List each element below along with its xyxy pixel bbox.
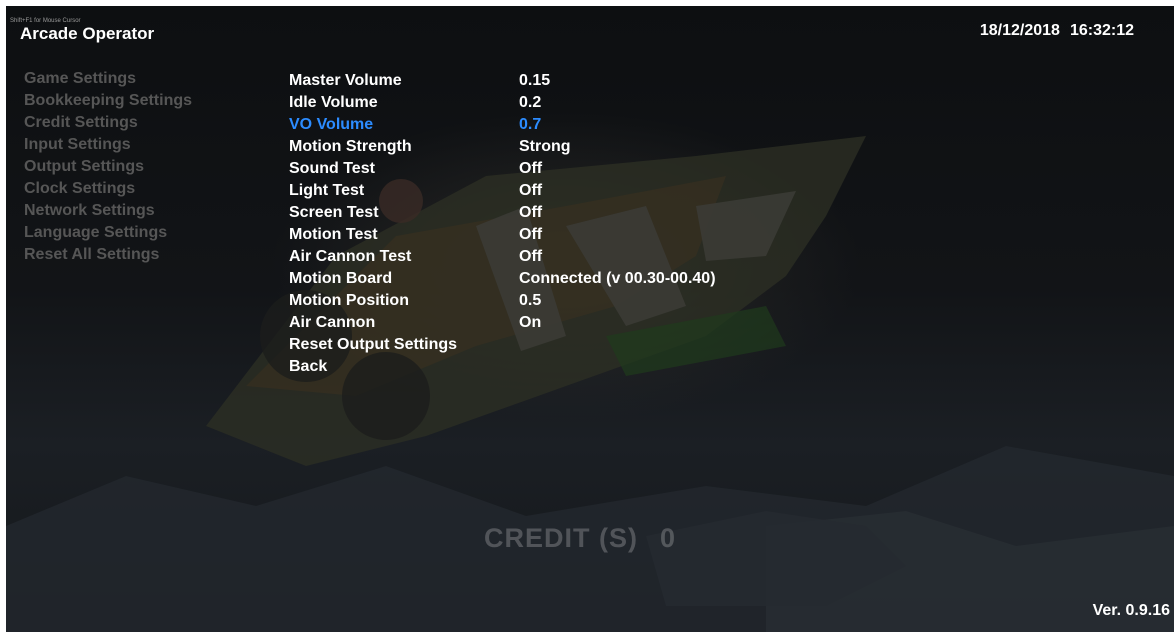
setting-row-motion-board[interactable]: Motion Board Connected (v 00.30-00.40) bbox=[289, 268, 716, 290]
setting-value: Off bbox=[519, 204, 543, 221]
date-time-display: 18/12/2018 16:32:12 bbox=[980, 22, 1134, 40]
setting-value: 0.5 bbox=[519, 292, 542, 309]
setting-label: Motion Strength bbox=[289, 138, 412, 155]
setting-label: Air Cannon Test bbox=[289, 248, 412, 265]
setting-label: Air Cannon bbox=[289, 314, 376, 331]
setting-label: Idle Volume bbox=[289, 94, 378, 111]
setting-value: 0.2 bbox=[519, 94, 542, 111]
setting-label: Light Test bbox=[289, 182, 365, 199]
setting-label: Back bbox=[289, 358, 328, 375]
setting-label: Screen Test bbox=[289, 204, 379, 221]
setting-value: Off bbox=[519, 226, 543, 243]
setting-row-motion-position[interactable]: Motion Position 0.5 bbox=[289, 290, 716, 312]
setting-row-motion-strength[interactable]: Motion Strength Strong bbox=[289, 136, 716, 158]
output-settings-list: Master Volume 0.15 Idle Volume 0.2 VO Volu… bbox=[289, 70, 716, 378]
operator-screen: Shift+F1 for Mouse Cursor Arcade Operato… bbox=[6, 6, 1174, 632]
setting-row-idle-volume[interactable]: Idle Volume 0.2 bbox=[289, 92, 716, 114]
settings-category-menu: Game Settings Bookkeeping Settings Credi… bbox=[24, 68, 192, 266]
setting-value: Off bbox=[519, 248, 543, 265]
setting-row-vo-volume[interactable]: VO Volume 0.7 bbox=[289, 114, 716, 136]
setting-label: Reset Output Settings bbox=[289, 336, 458, 353]
setting-row-sound-test[interactable]: Sound Test Off bbox=[289, 158, 716, 180]
setting-label: Sound Test bbox=[289, 160, 375, 177]
menu-item-clock-settings[interactable]: Clock Settings bbox=[24, 178, 192, 200]
setting-label: VO Volume bbox=[289, 116, 374, 133]
version-label: Ver. 0.9.16 bbox=[1092, 602, 1170, 619]
setting-row-screen-test[interactable]: Screen Test Off bbox=[289, 202, 716, 224]
app-title: Arcade Operator bbox=[20, 24, 155, 43]
setting-row-air-cannon-test[interactable]: Air Cannon Test Off bbox=[289, 246, 716, 268]
setting-row-motion-test[interactable]: Motion Test Off bbox=[289, 224, 716, 246]
reset-output-settings-button[interactable]: Reset Output Settings bbox=[289, 334, 716, 356]
credit-value: 0 bbox=[660, 523, 677, 553]
menu-item-reset-all-settings[interactable]: Reset All Settings bbox=[24, 244, 192, 266]
setting-label: Motion Position bbox=[289, 292, 409, 309]
setting-value: 0.7 bbox=[519, 116, 542, 133]
setting-value: Off bbox=[519, 182, 543, 199]
menu-item-network-settings[interactable]: Network Settings bbox=[24, 200, 192, 222]
menu-item-credit-settings[interactable]: Credit Settings bbox=[24, 112, 192, 134]
date-text: 18/12/2018 bbox=[979, 22, 1060, 39]
menu-item-language-settings[interactable]: Language Settings bbox=[24, 222, 192, 244]
setting-value: Strong bbox=[519, 138, 571, 155]
menu-item-game-settings[interactable]: Game Settings bbox=[24, 68, 192, 90]
setting-value: Connected (v 00.30-00.40) bbox=[519, 270, 716, 287]
setting-row-light-test[interactable]: Light Test Off bbox=[289, 180, 716, 202]
setting-value: Off bbox=[519, 160, 543, 177]
setting-label: Motion Board bbox=[289, 270, 393, 287]
setting-value: On bbox=[519, 314, 542, 331]
menu-item-bookkeeping-settings[interactable]: Bookkeeping Settings bbox=[24, 90, 192, 112]
setting-row-air-cannon[interactable]: Air Cannon On bbox=[289, 312, 716, 334]
setting-row-master-volume[interactable]: Master Volume 0.15 bbox=[289, 70, 716, 92]
menu-item-input-settings[interactable]: Input Settings bbox=[24, 134, 192, 156]
setting-label: Master Volume bbox=[289, 72, 402, 89]
back-button[interactable]: Back bbox=[289, 356, 716, 378]
time-text: 16:32:12 bbox=[1069, 22, 1134, 39]
setting-value: 0.15 bbox=[519, 72, 551, 89]
setting-label: Motion Test bbox=[289, 226, 378, 243]
menu-item-output-settings[interactable]: Output Settings bbox=[24, 156, 192, 178]
credit-counter: CREDIT (S) 0 bbox=[484, 523, 676, 554]
credit-label: CREDIT (S) bbox=[484, 523, 638, 553]
